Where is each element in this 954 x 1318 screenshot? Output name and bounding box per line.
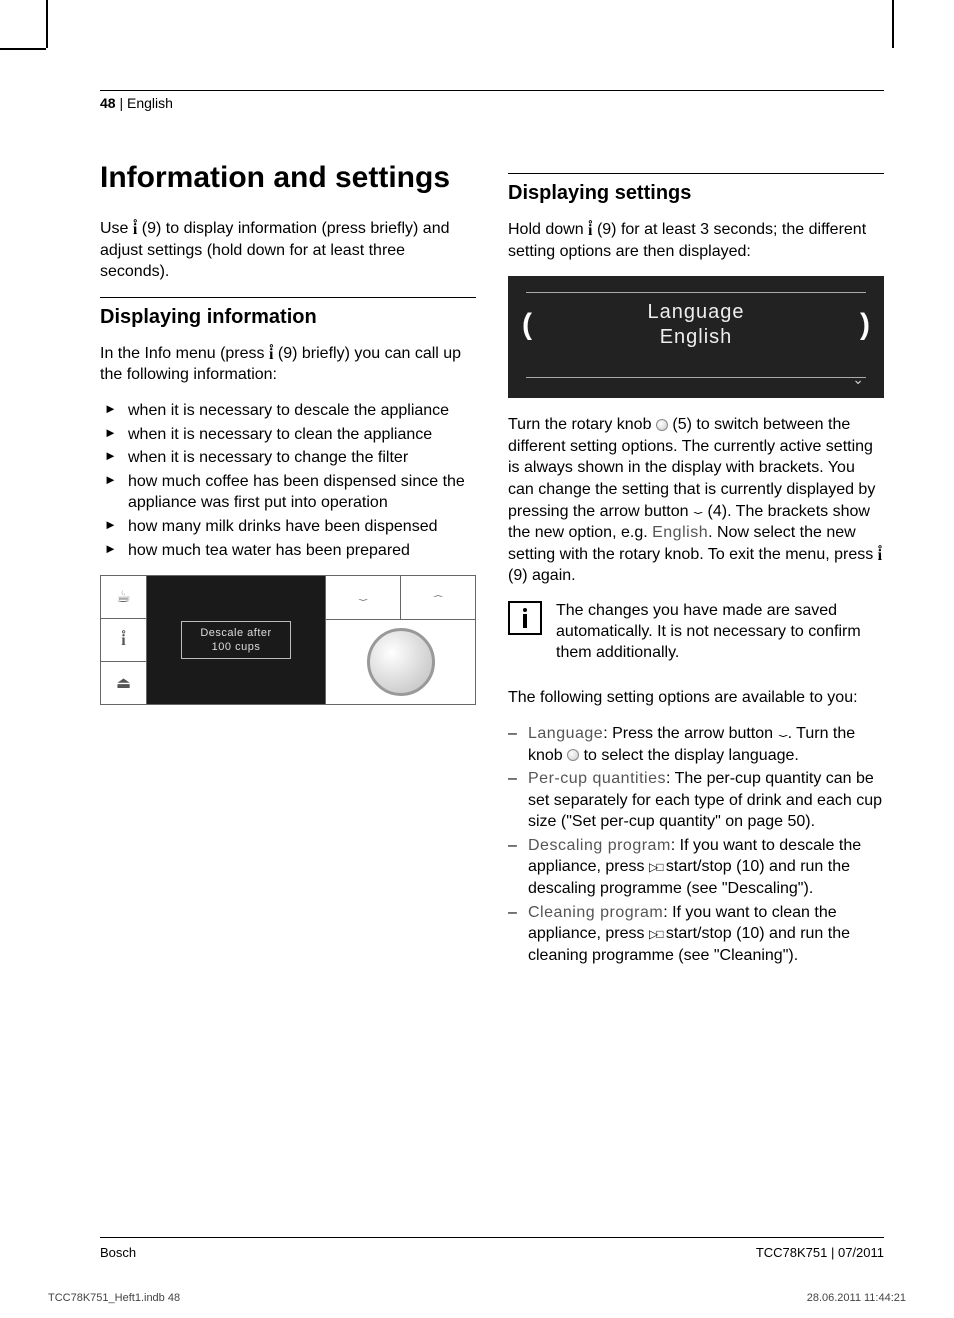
settings-display-diagram: ( ) Language English ⌄ — [508, 276, 884, 398]
info-bullet: when it is necessary to change the filte… — [100, 447, 476, 469]
page-language: English — [127, 95, 173, 111]
rotary-knob-icon — [567, 749, 579, 761]
option-key: Descaling program — [528, 837, 671, 854]
info-menu-intro: In the Info menu (press i̊ (9) briefly) … — [100, 343, 476, 386]
settings-intro: Hold down i̊ (9) for at least 3 seconds;… — [508, 219, 884, 262]
chevron-down-icon: ⌄ — [689, 506, 707, 517]
options-intro: The following setting options are availa… — [508, 687, 884, 709]
left-column: Information and settings Use i̊ (9) to d… — [100, 161, 476, 968]
info-bullet-list: when it is necessary to descale the appl… — [100, 400, 476, 561]
info-button-icon: i̊ — [588, 220, 592, 242]
display-line2: 100 cups — [200, 640, 271, 654]
control-panel-diagram: ☕︎ i̊ ⏏︎ Descale after 100 cups ⌄ ⌄ — [100, 575, 476, 705]
info-note: The changes you have made are saved auto… — [508, 601, 884, 663]
settings-option: – Cleaning program: If you want to clean… — [508, 902, 884, 967]
settings-description: Turn the rotary knob (5) to switch betwe… — [508, 414, 884, 587]
settings-option: – Per-cup quantities: The per-cup quanti… — [508, 768, 884, 833]
rotary-knob-area — [325, 620, 475, 704]
panel-display: Descale after 100 cups — [147, 576, 325, 704]
settings-options-list: – Language: Press the arrow button ⌄. Tu… — [508, 723, 884, 967]
page-footer: Bosch TCC78K751 | 07/2011 — [100, 1245, 884, 1260]
info-button-icon: i̊ — [133, 219, 137, 241]
print-footer: TCC78K751_Heft1.indb 48 28.06.2011 11:44… — [48, 1292, 906, 1304]
crop-mark — [0, 48, 46, 50]
page: 48 | English Information and settings Us… — [0, 0, 954, 1318]
print-filename: TCC78K751_Heft1.indb 48 — [48, 1292, 180, 1304]
eject-icon: ⏏︎ — [101, 661, 147, 704]
page-number: 48 — [100, 95, 116, 111]
chevron-down-icon: ⌄ — [773, 728, 791, 739]
start-stop-icon: ▷□ — [649, 927, 661, 941]
header-rule — [100, 90, 884, 91]
settings-title: Language — [526, 301, 866, 324]
display-line1: Descale after — [200, 626, 271, 640]
footer-brand: Bosch — [100, 1245, 136, 1260]
panel-left-buttons: ☕︎ i̊ ⏏︎ — [101, 576, 147, 704]
settings-option: – Language: Press the arrow button ⌄. Tu… — [508, 723, 884, 766]
note-text: The changes you have made are saved auto… — [556, 601, 884, 663]
info-button-icon: i̊ — [101, 618, 147, 661]
info-bullet: how much tea water has been prepared — [100, 540, 476, 562]
start-stop-icon: ▷□ — [649, 860, 661, 874]
example-value: English — [652, 524, 708, 541]
intro-paragraph: Use i̊ (9) to display information (press… — [100, 218, 476, 283]
option-key: Per-cup quantities — [528, 770, 666, 787]
crop-mark — [892, 0, 894, 48]
subheading-displaying-information: Displaying information — [100, 297, 476, 329]
settings-value: English — [526, 326, 866, 349]
info-button-icon: i̊ — [269, 344, 273, 366]
rotary-knob-icon — [656, 419, 668, 431]
subheading-displaying-settings: Displaying settings — [508, 173, 884, 205]
section-heading: Information and settings — [100, 161, 476, 194]
chevron-up-icon: ⌄ — [400, 576, 475, 620]
info-bullet: how much coffee has been dispensed since… — [100, 471, 476, 514]
print-timestamp: 28.06.2011 11:44:21 — [807, 1292, 906, 1304]
chevron-down-icon: ⌄ — [852, 371, 864, 388]
info-bullet: when it is necessary to descale the appl… — [100, 400, 476, 422]
info-bullet: when it is necessary to clean the applia… — [100, 424, 476, 446]
footer-rule — [100, 1237, 884, 1238]
option-key: Language — [528, 725, 603, 742]
info-icon — [508, 601, 542, 635]
cup-icon: ☕︎ — [101, 576, 147, 618]
option-key: Cleaning program — [528, 904, 663, 921]
info-button-icon: i̊ — [878, 545, 882, 567]
panel-right: ⌄ ⌄ — [325, 576, 475, 704]
crop-mark — [46, 0, 48, 48]
rotary-knob-icon — [367, 628, 435, 696]
footer-docref: TCC78K751 | 07/2011 — [756, 1245, 884, 1260]
chevron-down-icon: ⌄ — [325, 576, 400, 620]
right-column: Displaying settings Hold down i̊ (9) for… — [508, 161, 884, 968]
info-bullet: how many milk drinks have been dispensed — [100, 516, 476, 538]
page-header: 48 | English — [100, 95, 884, 111]
settings-option: – Descaling program: If you want to desc… — [508, 835, 884, 900]
